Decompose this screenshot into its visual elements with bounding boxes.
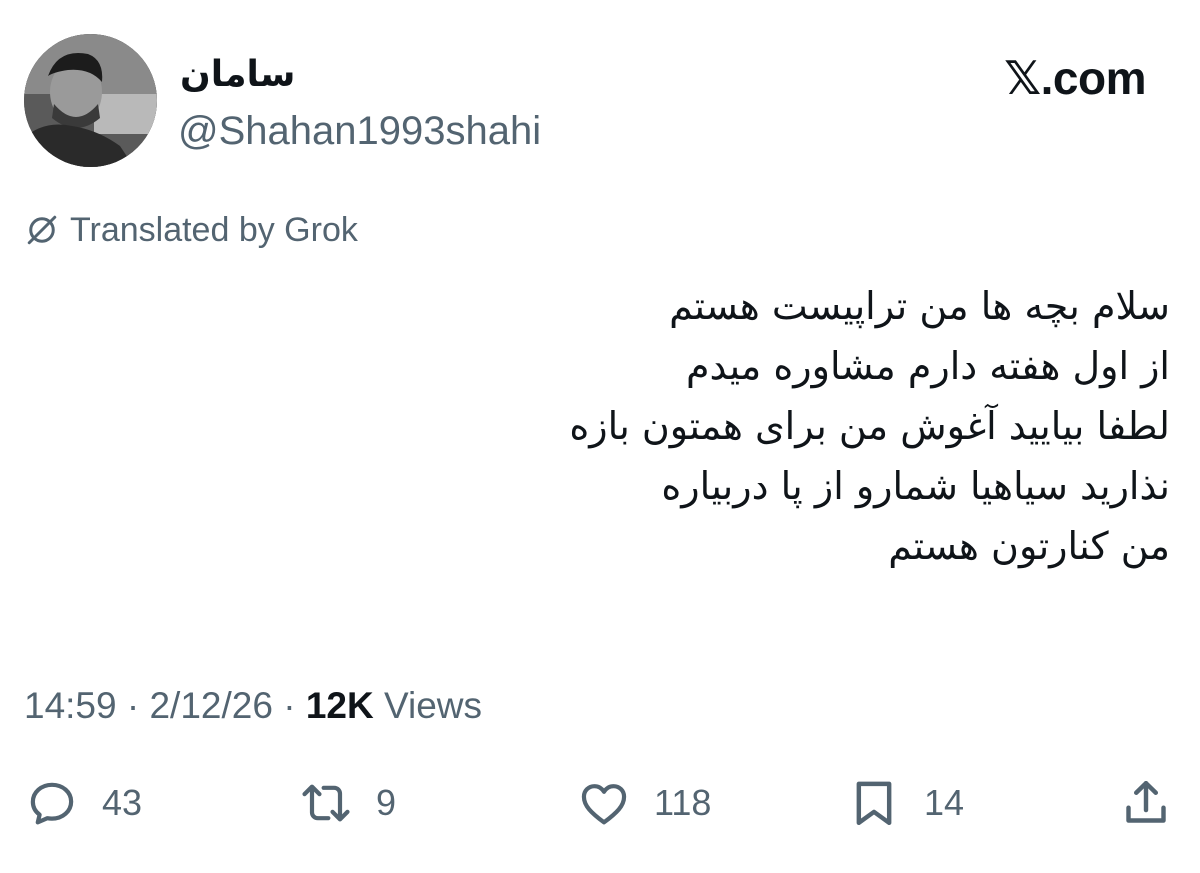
x-brand-label: 𝕏.com <box>1004 52 1146 104</box>
bookmark-button[interactable]: 14 <box>846 772 964 834</box>
views-label: Views <box>373 685 483 726</box>
translated-label: Translated by Grok <box>70 210 358 249</box>
tweet-date[interactable]: 2/12/26 <box>149 685 272 726</box>
tweet-line: لطفا بیایید آغوش من برای همتون بازه <box>569 404 1170 448</box>
globe-slash-icon <box>24 212 60 248</box>
tweet-meta: 14:59 · 2/12/26 · 12K Views <box>24 680 482 732</box>
tweet-line: نذارید سیاهیا شمارو از پا دربیاره <box>661 464 1170 508</box>
repost-icon <box>298 775 354 831</box>
repost-count: 9 <box>376 782 397 823</box>
translated-by-grok[interactable]: Translated by Grok <box>24 206 358 254</box>
tweet-line: از اول هفته دارم مشاوره میدم <box>685 344 1170 388</box>
display-name[interactable]: سامان <box>180 50 295 100</box>
like-count: 118 <box>654 782 712 823</box>
share-button[interactable] <box>1118 772 1174 834</box>
reply-count: 43 <box>102 782 143 823</box>
heart-icon <box>576 775 632 831</box>
user-handle[interactable]: @Shahan1993shahi <box>178 106 541 156</box>
bookmark-count: 14 <box>924 782 965 823</box>
tweet-line: سلام بچه ها من تراپیست هستم <box>669 284 1170 328</box>
meta-separator: · <box>272 685 306 726</box>
avatar[interactable] <box>24 34 157 167</box>
share-icon <box>1118 775 1174 831</box>
tweet-time[interactable]: 14:59 <box>24 685 117 726</box>
reply-icon <box>24 775 80 831</box>
views-count[interactable]: 12K <box>306 685 374 726</box>
bookmark-icon <box>846 775 902 831</box>
meta-separator: · <box>116 685 150 726</box>
action-bar: 43 9 118 14 <box>0 772 1200 834</box>
repost-button[interactable]: 9 <box>298 772 396 834</box>
tweet-text: سلام بچه ها من تراپیست هستم از اول هفته … <box>70 276 1170 576</box>
like-button[interactable]: 118 <box>576 772 711 834</box>
tweet-line: من کنارتون هستم <box>888 524 1170 568</box>
reply-button[interactable]: 43 <box>24 772 142 834</box>
avatar-image <box>24 34 157 167</box>
